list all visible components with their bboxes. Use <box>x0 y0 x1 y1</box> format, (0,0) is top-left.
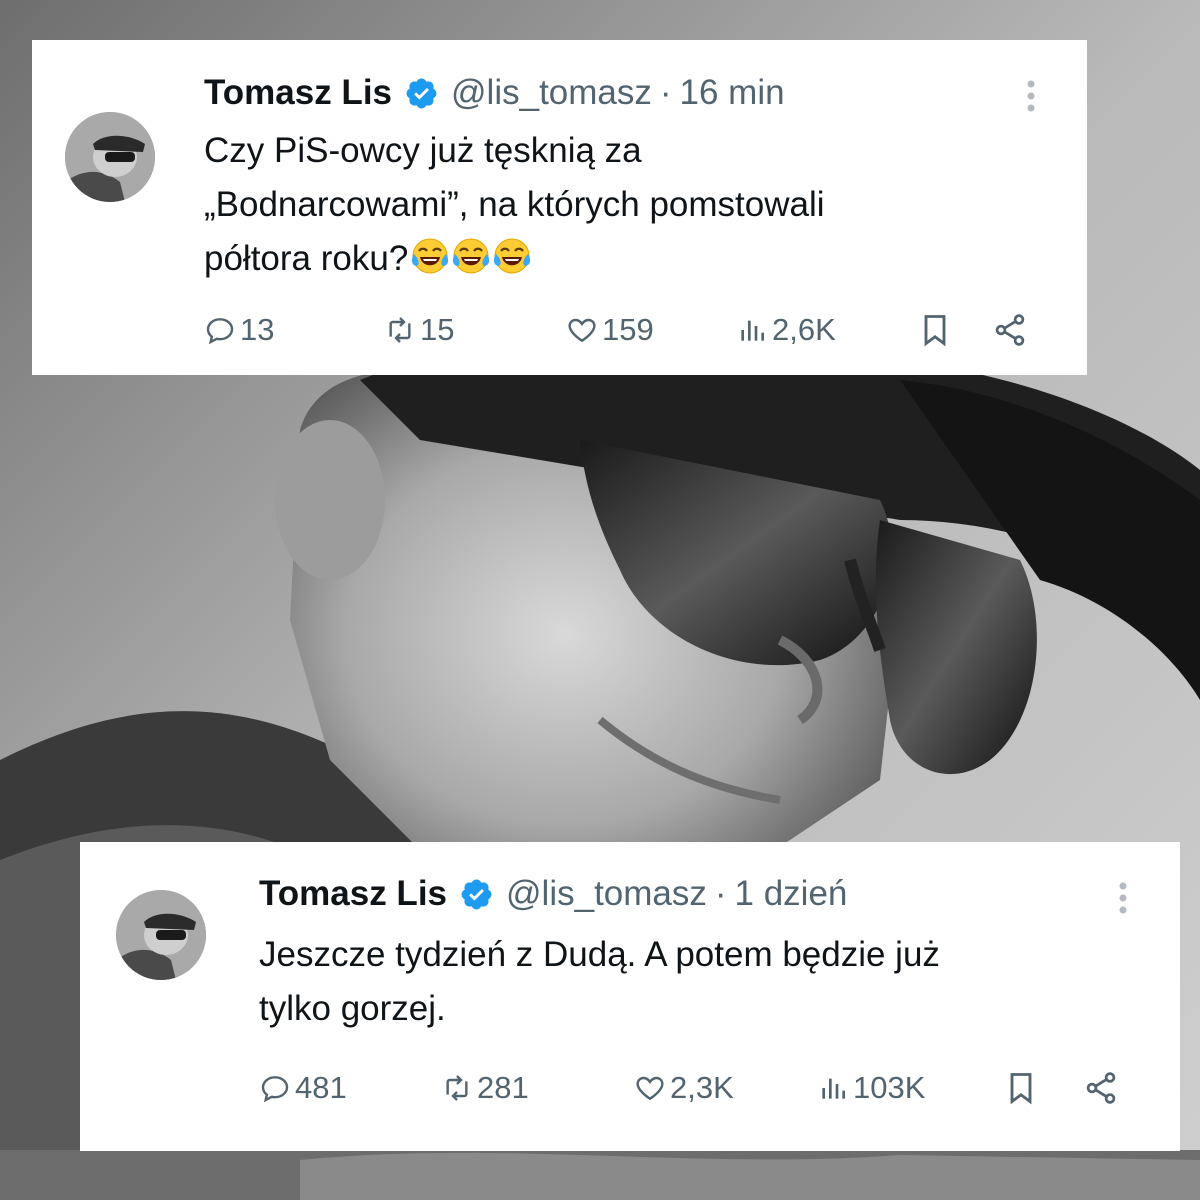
reply-button[interactable]: 481 <box>259 1068 347 1108</box>
separator-dot: · <box>659 73 672 112</box>
repost-icon <box>389 317 411 343</box>
reply-bubble-icon <box>206 318 234 345</box>
repost-icon <box>446 1075 468 1101</box>
tweet-card[interactable]: Tomasz Lis @lis_tomasz · 16 min Czy PiS-… <box>32 40 1087 375</box>
reply-count: 481 <box>295 1070 347 1105</box>
bookmark-button[interactable] <box>917 312 953 348</box>
views-button[interactable]: 2,6K <box>736 310 836 350</box>
like-button[interactable]: 2,3K <box>634 1068 734 1108</box>
avatar[interactable] <box>65 112 155 202</box>
author-handle[interactable]: @lis_tomasz <box>451 73 652 113</box>
verified-badge-icon <box>406 78 437 108</box>
like-button[interactable]: 159 <box>566 310 654 350</box>
more-vertical-icon[interactable] <box>1025 78 1037 114</box>
heart-icon <box>636 1076 664 1101</box>
tweet-text: Jeszcze tydzień z Dudą. A potem będzie j… <box>259 928 1139 1036</box>
views-count: 103K <box>853 1070 926 1105</box>
share-button[interactable] <box>992 312 1028 348</box>
face-with-tears-of-joy-icon <box>412 238 449 274</box>
repost-button[interactable]: 15 <box>384 310 454 350</box>
bookmark-button[interactable] <box>1003 1070 1039 1106</box>
repost-count: 15 <box>420 312 455 347</box>
face-with-tears-of-joy-icon <box>453 238 490 274</box>
emoji-group <box>410 236 533 276</box>
avatar[interactable] <box>116 890 206 980</box>
share-icon <box>1086 1072 1116 1104</box>
reply-bubble-icon <box>261 1076 289 1103</box>
views-bar-chart-icon <box>741 320 764 341</box>
like-count: 2,3K <box>670 1070 734 1105</box>
author-name[interactable]: Tomasz Lis <box>259 874 447 914</box>
views-count: 2,6K <box>772 312 836 347</box>
like-count: 159 <box>602 312 654 347</box>
tweet-header: Tomasz Lis @lis_tomasz · 16 min <box>204 73 785 113</box>
timestamp[interactable]: 1 dzień <box>735 874 848 914</box>
repost-button[interactable]: 281 <box>441 1068 529 1108</box>
face-with-tears-of-joy-icon <box>494 238 531 274</box>
tweet-header: Tomasz Lis @lis_tomasz · 1 dzień <box>259 874 847 914</box>
reply-count: 13 <box>240 312 275 347</box>
share-icon <box>995 314 1025 346</box>
tweet-body: Jeszcze tydzień z Dudą. A potem będzie j… <box>259 935 940 1028</box>
avatar-image <box>116 890 206 980</box>
separator-dot: · <box>714 874 727 913</box>
reply-button[interactable]: 13 <box>204 310 274 350</box>
timestamp[interactable]: 16 min <box>680 73 785 113</box>
views-bar-chart-icon <box>822 1078 845 1099</box>
heart-icon <box>568 318 596 343</box>
verified-badge-icon <box>461 879 492 909</box>
author-handle[interactable]: @lis_tomasz <box>506 874 707 914</box>
more-vertical-icon[interactable] <box>1117 880 1129 916</box>
bookmark-icon <box>1010 1073 1032 1105</box>
share-button[interactable] <box>1083 1070 1119 1106</box>
repost-count: 281 <box>477 1070 529 1105</box>
author-name[interactable]: Tomasz Lis <box>204 73 392 113</box>
bookmark-icon <box>924 315 946 347</box>
views-button[interactable]: 103K <box>817 1068 925 1108</box>
tweet-text: Czy PiS-owcy już tęsknią za „Bodnarcowam… <box>204 124 1034 286</box>
avatar-image <box>65 112 155 202</box>
